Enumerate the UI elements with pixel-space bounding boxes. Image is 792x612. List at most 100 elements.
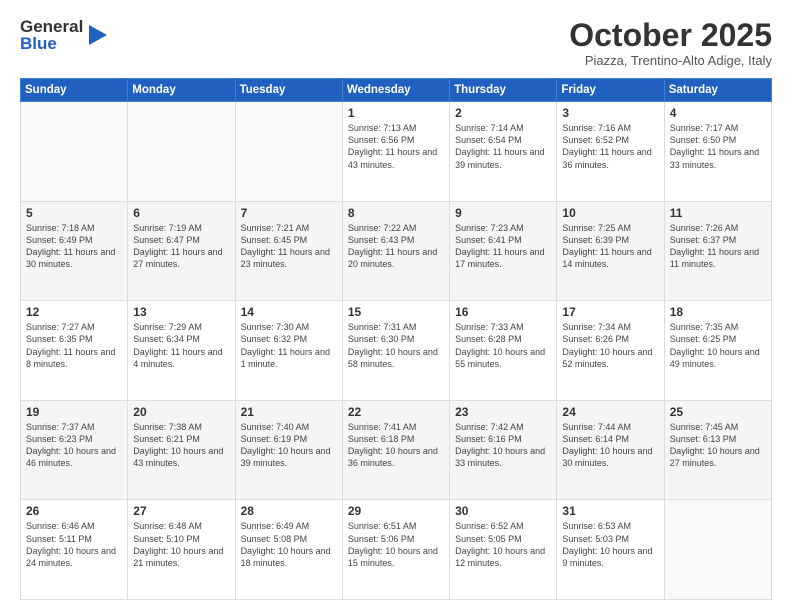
- calendar-week-row: 19 Sunrise: 7:37 AM Sunset: 6:23 PM Dayli…: [21, 400, 772, 500]
- day-info: Sunrise: 6:49 AM Sunset: 5:08 PM Dayligh…: [241, 520, 337, 569]
- day-info: Sunrise: 7:37 AM Sunset: 6:23 PM Dayligh…: [26, 421, 122, 470]
- month-title: October 2025: [569, 18, 772, 53]
- day-number: 27: [133, 504, 229, 518]
- col-wednesday: Wednesday: [342, 79, 449, 102]
- table-row: 11 Sunrise: 7:26 AM Sunset: 6:37 PM Dayli…: [664, 201, 771, 301]
- table-row: 8 Sunrise: 7:22 AM Sunset: 6:43 PM Daylig…: [342, 201, 449, 301]
- calendar-week-row: 12 Sunrise: 7:27 AM Sunset: 6:35 PM Dayli…: [21, 301, 772, 401]
- table-row: 27 Sunrise: 6:48 AM Sunset: 5:10 PM Dayli…: [128, 500, 235, 600]
- day-number: 12: [26, 305, 122, 319]
- day-info: Sunrise: 7:31 AM Sunset: 6:30 PM Dayligh…: [348, 321, 444, 370]
- day-info: Sunrise: 7:44 AM Sunset: 6:14 PM Dayligh…: [562, 421, 658, 470]
- day-number: 26: [26, 504, 122, 518]
- day-info: Sunrise: 7:19 AM Sunset: 6:47 PM Dayligh…: [133, 222, 229, 271]
- day-info: Sunrise: 7:29 AM Sunset: 6:34 PM Dayligh…: [133, 321, 229, 370]
- col-friday: Friday: [557, 79, 664, 102]
- table-row: 10 Sunrise: 7:25 AM Sunset: 6:39 PM Dayli…: [557, 201, 664, 301]
- table-row: 6 Sunrise: 7:19 AM Sunset: 6:47 PM Daylig…: [128, 201, 235, 301]
- day-number: 18: [670, 305, 766, 319]
- table-row: 21 Sunrise: 7:40 AM Sunset: 6:19 PM Dayli…: [235, 400, 342, 500]
- day-number: 3: [562, 106, 658, 120]
- table-row: 5 Sunrise: 7:18 AM Sunset: 6:49 PM Daylig…: [21, 201, 128, 301]
- day-number: 31: [562, 504, 658, 518]
- day-number: 5: [26, 206, 122, 220]
- table-row: 31Sunrise: 6:53 AM Sunset: 5:03 PM Dayli…: [557, 500, 664, 600]
- day-info: Sunrise: 7:17 AM Sunset: 6:50 PM Dayligh…: [670, 122, 766, 171]
- day-number: 15: [348, 305, 444, 319]
- table-row: [128, 102, 235, 202]
- calendar-title-block: October 2025 Piazza, Trentino-Alto Adige…: [569, 18, 772, 68]
- table-row: 29 Sunrise: 6:51 AM Sunset: 5:06 PM Dayli…: [342, 500, 449, 600]
- day-number: 17: [562, 305, 658, 319]
- day-number: 9: [455, 206, 551, 220]
- day-info: Sunrise: 6:48 AM Sunset: 5:10 PM Dayligh…: [133, 520, 229, 569]
- table-row: 30 Sunrise: 6:52 AM Sunset: 5:05 PM Dayli…: [450, 500, 557, 600]
- day-number: 21: [241, 405, 337, 419]
- day-number: 14: [241, 305, 337, 319]
- day-info: Sunrise: 7:25 AM Sunset: 6:39 PM Dayligh…: [562, 222, 658, 271]
- table-row: 28 Sunrise: 6:49 AM Sunset: 5:08 PM Dayli…: [235, 500, 342, 600]
- table-row: 2 Sunrise: 7:14 AM Sunset: 6:54 PM Daylig…: [450, 102, 557, 202]
- table-row: 13 Sunrise: 7:29 AM Sunset: 6:34 PM Dayli…: [128, 301, 235, 401]
- table-row: 17 Sunrise: 7:34 AM Sunset: 6:26 PM Dayli…: [557, 301, 664, 401]
- table-row: 25Sunrise: 7:45 AM Sunset: 6:13 PM Dayli…: [664, 400, 771, 500]
- col-monday: Monday: [128, 79, 235, 102]
- day-number: 8: [348, 206, 444, 220]
- day-number: 6: [133, 206, 229, 220]
- table-row: 16 Sunrise: 7:33 AM Sunset: 6:28 PM Dayli…: [450, 301, 557, 401]
- table-row: 23Sunrise: 7:42 AM Sunset: 6:16 PM Dayli…: [450, 400, 557, 500]
- location-title: Piazza, Trentino-Alto Adige, Italy: [569, 53, 772, 68]
- day-info: Sunrise: 7:33 AM Sunset: 6:28 PM Dayligh…: [455, 321, 551, 370]
- day-number: 7: [241, 206, 337, 220]
- day-info: Sunrise: 7:30 AM Sunset: 6:32 PM Dayligh…: [241, 321, 337, 370]
- day-info: Sunrise: 7:23 AM Sunset: 6:41 PM Dayligh…: [455, 222, 551, 271]
- day-info: Sunrise: 7:40 AM Sunset: 6:19 PM Dayligh…: [241, 421, 337, 470]
- table-row: 1 Sunrise: 7:13 AM Sunset: 6:56 PM Daylig…: [342, 102, 449, 202]
- col-thursday: Thursday: [450, 79, 557, 102]
- calendar-week-row: 26 Sunrise: 6:46 AM Sunset: 5:11 PM Dayli…: [21, 500, 772, 600]
- table-row: 9 Sunrise: 7:23 AM Sunset: 6:41 PM Daylig…: [450, 201, 557, 301]
- day-number: 24: [562, 405, 658, 419]
- day-number: 13: [133, 305, 229, 319]
- day-number: 2: [455, 106, 551, 120]
- logo-general: General: [20, 18, 83, 35]
- table-row: 15 Sunrise: 7:31 AM Sunset: 6:30 PM Dayli…: [342, 301, 449, 401]
- day-info: Sunrise: 7:22 AM Sunset: 6:43 PM Dayligh…: [348, 222, 444, 271]
- table-row: 4Sunrise: 7:17 AM Sunset: 6:50 PM Daylig…: [664, 102, 771, 202]
- day-info: Sunrise: 7:27 AM Sunset: 6:35 PM Dayligh…: [26, 321, 122, 370]
- col-saturday: Saturday: [664, 79, 771, 102]
- day-info: Sunrise: 7:41 AM Sunset: 6:18 PM Dayligh…: [348, 421, 444, 470]
- page-header: General Blue October 2025 Piazza, Trenti…: [20, 18, 772, 68]
- logo-blue: Blue: [20, 35, 83, 52]
- day-info: Sunrise: 7:34 AM Sunset: 6:26 PM Dayligh…: [562, 321, 658, 370]
- day-number: 1: [348, 106, 444, 120]
- day-number: 22: [348, 405, 444, 419]
- day-info: Sunrise: 7:14 AM Sunset: 6:54 PM Dayligh…: [455, 122, 551, 171]
- day-number: 19: [26, 405, 122, 419]
- day-info: Sunrise: 6:46 AM Sunset: 5:11 PM Dayligh…: [26, 520, 122, 569]
- table-row: [21, 102, 128, 202]
- day-info: Sunrise: 6:52 AM Sunset: 5:05 PM Dayligh…: [455, 520, 551, 569]
- calendar-week-row: 1 Sunrise: 7:13 AM Sunset: 6:56 PM Daylig…: [21, 102, 772, 202]
- day-number: 28: [241, 504, 337, 518]
- day-info: Sunrise: 7:26 AM Sunset: 6:37 PM Dayligh…: [670, 222, 766, 271]
- col-sunday: Sunday: [21, 79, 128, 102]
- table-row: 3Sunrise: 7:16 AM Sunset: 6:52 PM Daylig…: [557, 102, 664, 202]
- day-number: 10: [562, 206, 658, 220]
- logo: General Blue: [20, 18, 107, 52]
- day-info: Sunrise: 7:35 AM Sunset: 6:25 PM Dayligh…: [670, 321, 766, 370]
- day-number: 16: [455, 305, 551, 319]
- day-number: 30: [455, 504, 551, 518]
- table-row: 19 Sunrise: 7:37 AM Sunset: 6:23 PM Dayli…: [21, 400, 128, 500]
- table-row: [235, 102, 342, 202]
- day-number: 25: [670, 405, 766, 419]
- day-info: Sunrise: 6:51 AM Sunset: 5:06 PM Dayligh…: [348, 520, 444, 569]
- table-row: 20Sunrise: 7:38 AM Sunset: 6:21 PM Dayli…: [128, 400, 235, 500]
- day-number: 29: [348, 504, 444, 518]
- day-number: 11: [670, 206, 766, 220]
- table-row: 12 Sunrise: 7:27 AM Sunset: 6:35 PM Dayli…: [21, 301, 128, 401]
- logo-wing-icon: [85, 21, 107, 49]
- day-info: Sunrise: 7:18 AM Sunset: 6:49 PM Dayligh…: [26, 222, 122, 271]
- table-row: 26 Sunrise: 6:46 AM Sunset: 5:11 PM Dayli…: [21, 500, 128, 600]
- day-info: Sunrise: 7:13 AM Sunset: 6:56 PM Dayligh…: [348, 122, 444, 171]
